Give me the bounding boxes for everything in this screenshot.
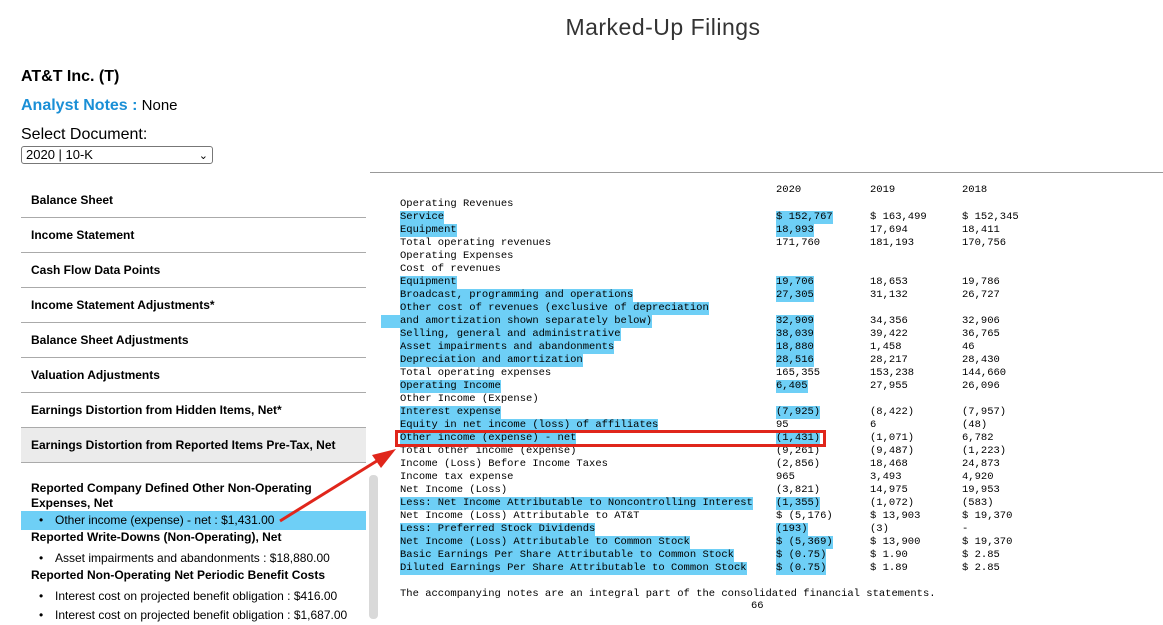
callout-arrow-icon bbox=[279, 449, 396, 523]
